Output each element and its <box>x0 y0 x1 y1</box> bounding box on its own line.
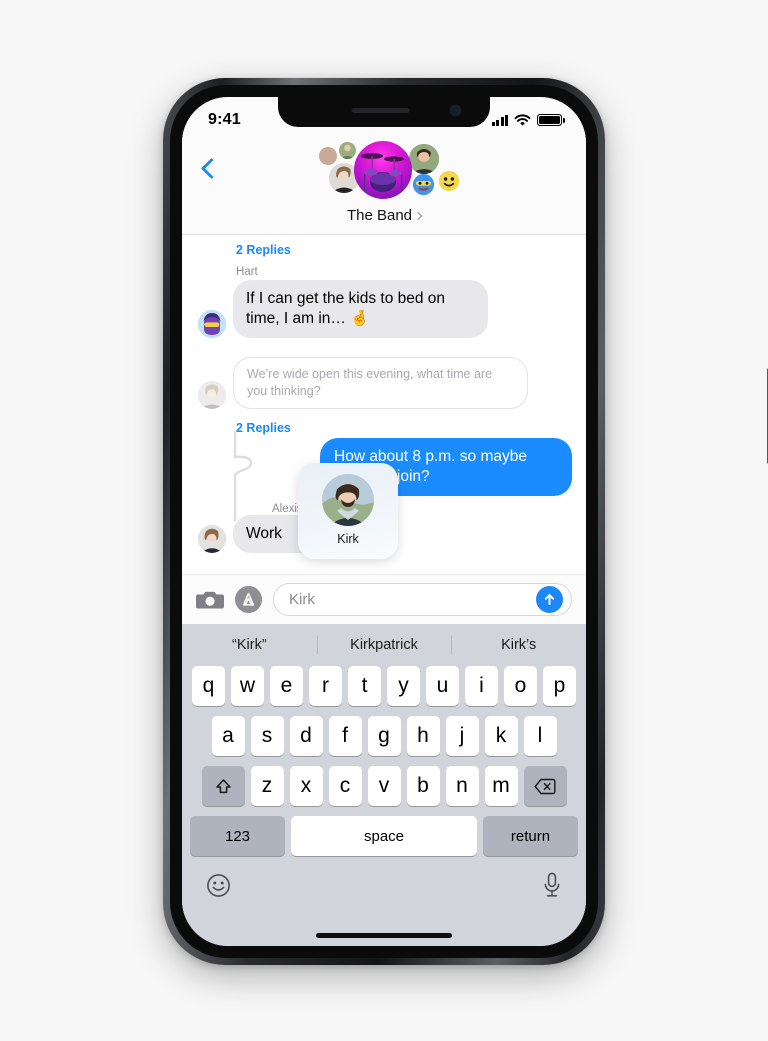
thread-connector-line <box>233 431 253 521</box>
message-row-incoming: If I can get the kids to bed on time, I … <box>198 280 488 339</box>
front-camera-icon <box>451 106 460 115</box>
group-name-label: The Band <box>346 207 413 224</box>
key-p[interactable]: p <box>543 666 576 706</box>
chevron-right-icon <box>413 211 423 221</box>
page-root: 9:41 The Band 2 Replies Hart If I can ge… <box>0 0 768 1041</box>
group-name-button[interactable]: The Band <box>182 207 586 224</box>
message-input-bar: Kirk <box>182 574 586 624</box>
app-store-icon[interactable] <box>235 586 262 613</box>
return-key[interactable]: return <box>483 816 578 856</box>
device-inner-bezel: 9:41 The Band 2 Replies Hart If I can ge… <box>170 85 598 958</box>
keyboard-bottom-bar <box>182 866 586 903</box>
key-r[interactable]: r <box>309 666 342 706</box>
replies-link[interactable]: 2 Replies <box>236 243 291 257</box>
contact-suggestion-name: Kirk <box>337 532 359 546</box>
backspace-delete-icon[interactable] <box>523 766 567 806</box>
avatar <box>319 147 337 165</box>
key-u[interactable]: u <box>426 666 459 706</box>
device-screen: 9:41 The Band 2 Replies Hart If I can ge… <box>182 97 586 946</box>
keyboard-row-1: q w e r t y u i o p <box>182 666 586 706</box>
message-bubble-incoming: If I can get the kids to bed on time, I … <box>228 280 488 339</box>
avatar <box>198 310 226 339</box>
key-q[interactable]: q <box>192 666 225 706</box>
key-d[interactable]: d <box>289 716 323 756</box>
earpiece-speaker <box>351 108 410 113</box>
battery-full-icon <box>537 114 565 126</box>
iphone-device-frame: 9:41 The Band 2 Replies Hart If I can ge… <box>163 78 768 965</box>
group-photo-avatar <box>354 141 412 199</box>
key-g[interactable]: g <box>367 716 401 756</box>
sender-name: Hart <box>236 266 258 278</box>
key-e[interactable]: e <box>270 666 303 706</box>
key-i[interactable]: i <box>465 666 498 706</box>
prediction-1[interactable]: Kirkpatrick <box>317 637 452 653</box>
group-avatar-cluster[interactable] <box>291 141 477 201</box>
key-h[interactable]: h <box>406 716 440 756</box>
status-indicators <box>491 113 565 127</box>
message-input-value: Kirk <box>289 591 315 608</box>
key-z[interactable]: z <box>250 766 284 806</box>
key-o[interactable]: o <box>504 666 537 706</box>
avatar <box>198 525 226 554</box>
wifi-icon <box>514 113 531 126</box>
key-t[interactable]: t <box>348 666 381 706</box>
send-arrow-up-icon[interactable] <box>536 586 563 613</box>
key-x[interactable]: x <box>289 766 323 806</box>
keyboard-row-4: 123 space return <box>182 816 586 856</box>
key-c[interactable]: c <box>328 766 362 806</box>
message-thread[interactable]: 2 Replies Hart If I can get the kids to … <box>182 235 586 574</box>
key-b[interactable]: b <box>406 766 440 806</box>
key-m[interactable]: m <box>484 766 518 806</box>
microphone-icon[interactable] <box>542 872 562 903</box>
message-row-faded: We’re wide open this evening, what time … <box>198 357 528 409</box>
avatar <box>413 174 434 195</box>
replies-link-mid-wrap[interactable]: 2 Replies <box>236 419 291 437</box>
cellular-bars-icon <box>491 114 508 126</box>
avatar <box>409 144 439 174</box>
key-j[interactable]: j <box>445 716 479 756</box>
keyboard-row-2: a s d f g h j k l <box>182 716 586 756</box>
avatar <box>439 171 459 191</box>
replies-link[interactable]: 2 Replies <box>236 421 291 435</box>
predictive-text-bar: “Kirk” Kirkpatrick Kirk’s <box>182 624 586 666</box>
contact-suggestion-popup[interactable]: Kirk <box>298 463 398 559</box>
kirk-photo-avatar <box>322 474 374 526</box>
avatar <box>198 380 226 409</box>
notch <box>278 97 490 127</box>
replies-link-top-wrap[interactable]: 2 Replies <box>236 241 291 259</box>
message-text-field[interactable]: Kirk <box>273 583 572 616</box>
message-bubble-faded: We’re wide open this evening, what time … <box>233 357 528 409</box>
key-n[interactable]: n <box>445 766 479 806</box>
key-v[interactable]: v <box>367 766 401 806</box>
key-s[interactable]: s <box>250 716 284 756</box>
camera-icon[interactable] <box>196 589 224 610</box>
numbers-key[interactable]: 123 <box>190 816 285 856</box>
emoji-smiley-icon[interactable] <box>206 873 231 903</box>
key-w[interactable]: w <box>231 666 264 706</box>
key-a[interactable]: a <box>211 716 245 756</box>
space-key[interactable]: space <box>291 816 477 856</box>
key-l[interactable]: l <box>523 716 557 756</box>
keyboard-row-3: z x c v b n m <box>182 766 586 806</box>
home-indicator[interactable] <box>316 933 452 938</box>
status-time: 9:41 <box>208 111 241 128</box>
sender-name-hart-wrap: Hart <box>236 262 258 280</box>
back-chevron-icon[interactable] <box>200 157 223 180</box>
drum-kit-group-photo <box>361 153 404 192</box>
shift-arrow-up-icon[interactable] <box>201 766 245 806</box>
prediction-2[interactable]: Kirk’s <box>451 637 586 653</box>
key-y[interactable]: y <box>387 666 420 706</box>
prediction-0[interactable]: “Kirk” <box>182 637 317 653</box>
key-f[interactable]: f <box>328 716 362 756</box>
onscreen-keyboard: “Kirk” Kirkpatrick Kirk’s q w e r t y u … <box>182 624 586 946</box>
key-k[interactable]: k <box>484 716 518 756</box>
